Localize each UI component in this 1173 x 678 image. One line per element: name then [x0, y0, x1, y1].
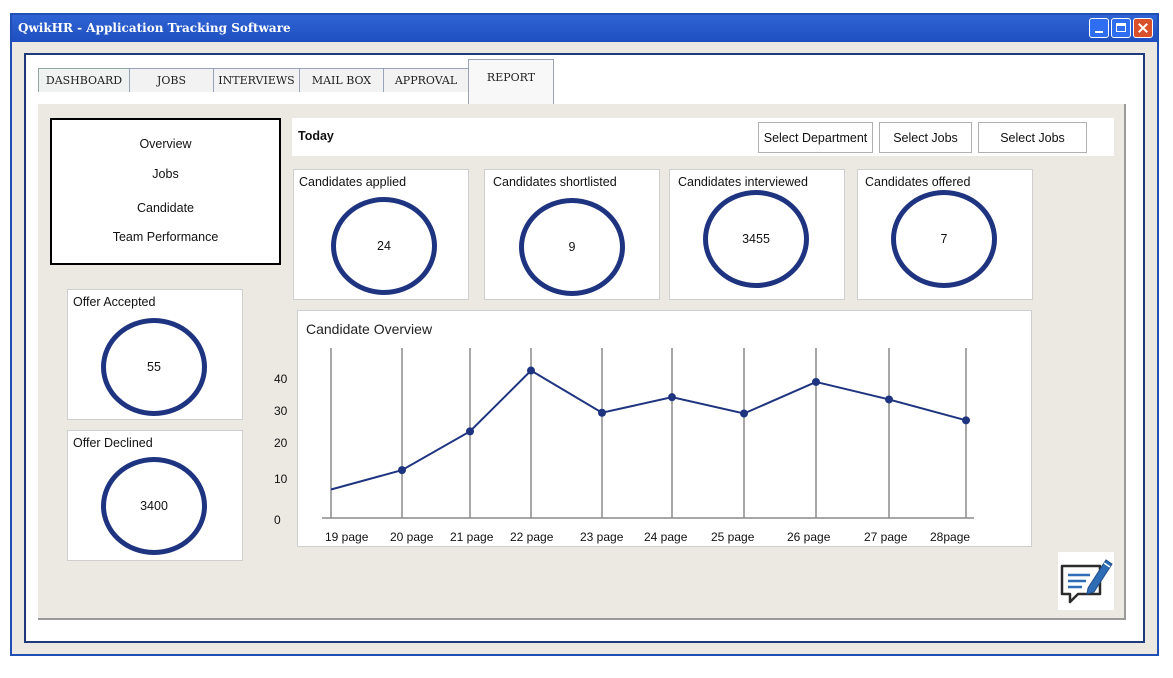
y-tick-label: 40	[274, 372, 288, 386]
y-tick-label: 30	[274, 404, 288, 418]
stat-label: Candidates offered	[865, 175, 971, 189]
stat-card-applied: Candidates applied 24	[293, 169, 469, 300]
tab-label: DASHBOARD	[45, 74, 123, 87]
menu-item-team-performance[interactable]: Team Performance	[52, 230, 279, 244]
x-tick-label: 25 page	[711, 530, 755, 544]
stat-ring: 3455	[703, 190, 809, 288]
y-tick-label: 10	[274, 472, 288, 486]
offer-label: Offer Declined	[73, 436, 153, 450]
x-tick-label: 27 page	[864, 530, 908, 544]
tab-label: JOBS	[156, 74, 187, 87]
stat-card-offered: Candidates offered 7	[857, 169, 1033, 300]
tab-label: REPORT	[486, 71, 536, 84]
x-tick-label: 20 page	[390, 530, 434, 544]
y-tick-label: 20	[274, 436, 288, 450]
maximize-button[interactable]	[1111, 18, 1131, 38]
x-tick-label: 26 page	[787, 530, 831, 544]
window-title: QwikHR - Application Tracking Software	[18, 21, 291, 35]
tab-label: INTERVIEWS	[218, 74, 295, 87]
tab-jobs[interactable]: JOBS	[129, 68, 214, 92]
stat-label: Candidates interviewed	[678, 175, 808, 189]
stat-ring: 7	[891, 190, 997, 288]
tab-report[interactable]: REPORT	[468, 59, 554, 104]
minimize-button[interactable]	[1089, 18, 1109, 38]
select-department-button[interactable]: Select Department	[758, 122, 873, 153]
offer-label: Offer Accepted	[73, 295, 156, 309]
chart-card: Candidate Overview	[297, 310, 1032, 547]
offer-ring: 55	[101, 318, 207, 416]
x-tick-label: 23 page	[580, 530, 624, 544]
stat-label: Candidates applied	[299, 175, 407, 189]
menu-item-candidate[interactable]: Candidate	[52, 201, 279, 215]
side-menu: Overview Jobs Candidate Team Performance	[50, 118, 281, 265]
tab-label: MAIL BOX	[311, 74, 372, 87]
y-tick-label: 0	[274, 513, 281, 527]
tab-mailbox[interactable]: MAIL BOX	[299, 68, 384, 92]
stat-card-interviewed: Candidates interviewed 3455	[669, 169, 845, 300]
filter-bar: Today Select Department Select Jobs Sele…	[292, 118, 1114, 156]
stat-ring: 9	[519, 198, 625, 296]
select-jobs-button[interactable]: Select Jobs	[879, 122, 972, 153]
tab-approval[interactable]: APPROVAL	[383, 68, 469, 92]
x-tick-label: 24 page	[644, 530, 688, 544]
title-bar: QwikHR - Application Tracking Software	[12, 15, 1157, 42]
menu-item-overview[interactable]: Overview	[52, 137, 279, 151]
tab-interviews[interactable]: INTERVIEWS	[213, 68, 300, 92]
x-tick-label: 19 page	[325, 530, 369, 544]
x-tick-label: 21 page	[450, 530, 494, 544]
stat-label: Candidates shortlisted	[493, 175, 617, 189]
x-tick-label: 28page	[930, 530, 971, 544]
stat-ring: 24	[331, 197, 437, 295]
offer-card-declined: Offer Declined 3400	[67, 430, 243, 561]
offer-ring: 3400	[101, 457, 207, 555]
menu-item-jobs[interactable]: Jobs	[52, 167, 279, 181]
select-jobs-button-2[interactable]: Select Jobs	[978, 122, 1087, 153]
close-button[interactable]	[1133, 18, 1153, 38]
tab-label: APPROVAL	[394, 74, 458, 87]
edit-note-icon[interactable]	[1058, 552, 1114, 610]
x-tick-label: 22 page	[510, 530, 554, 544]
chart-title: Candidate Overview	[306, 321, 433, 337]
offer-card-accepted: Offer Accepted 55	[67, 289, 243, 420]
stat-card-shortlisted: Candidates shortlisted 9	[484, 169, 660, 300]
today-label: Today	[298, 129, 334, 143]
tab-dashboard[interactable]: DASHBOARD	[38, 68, 130, 92]
